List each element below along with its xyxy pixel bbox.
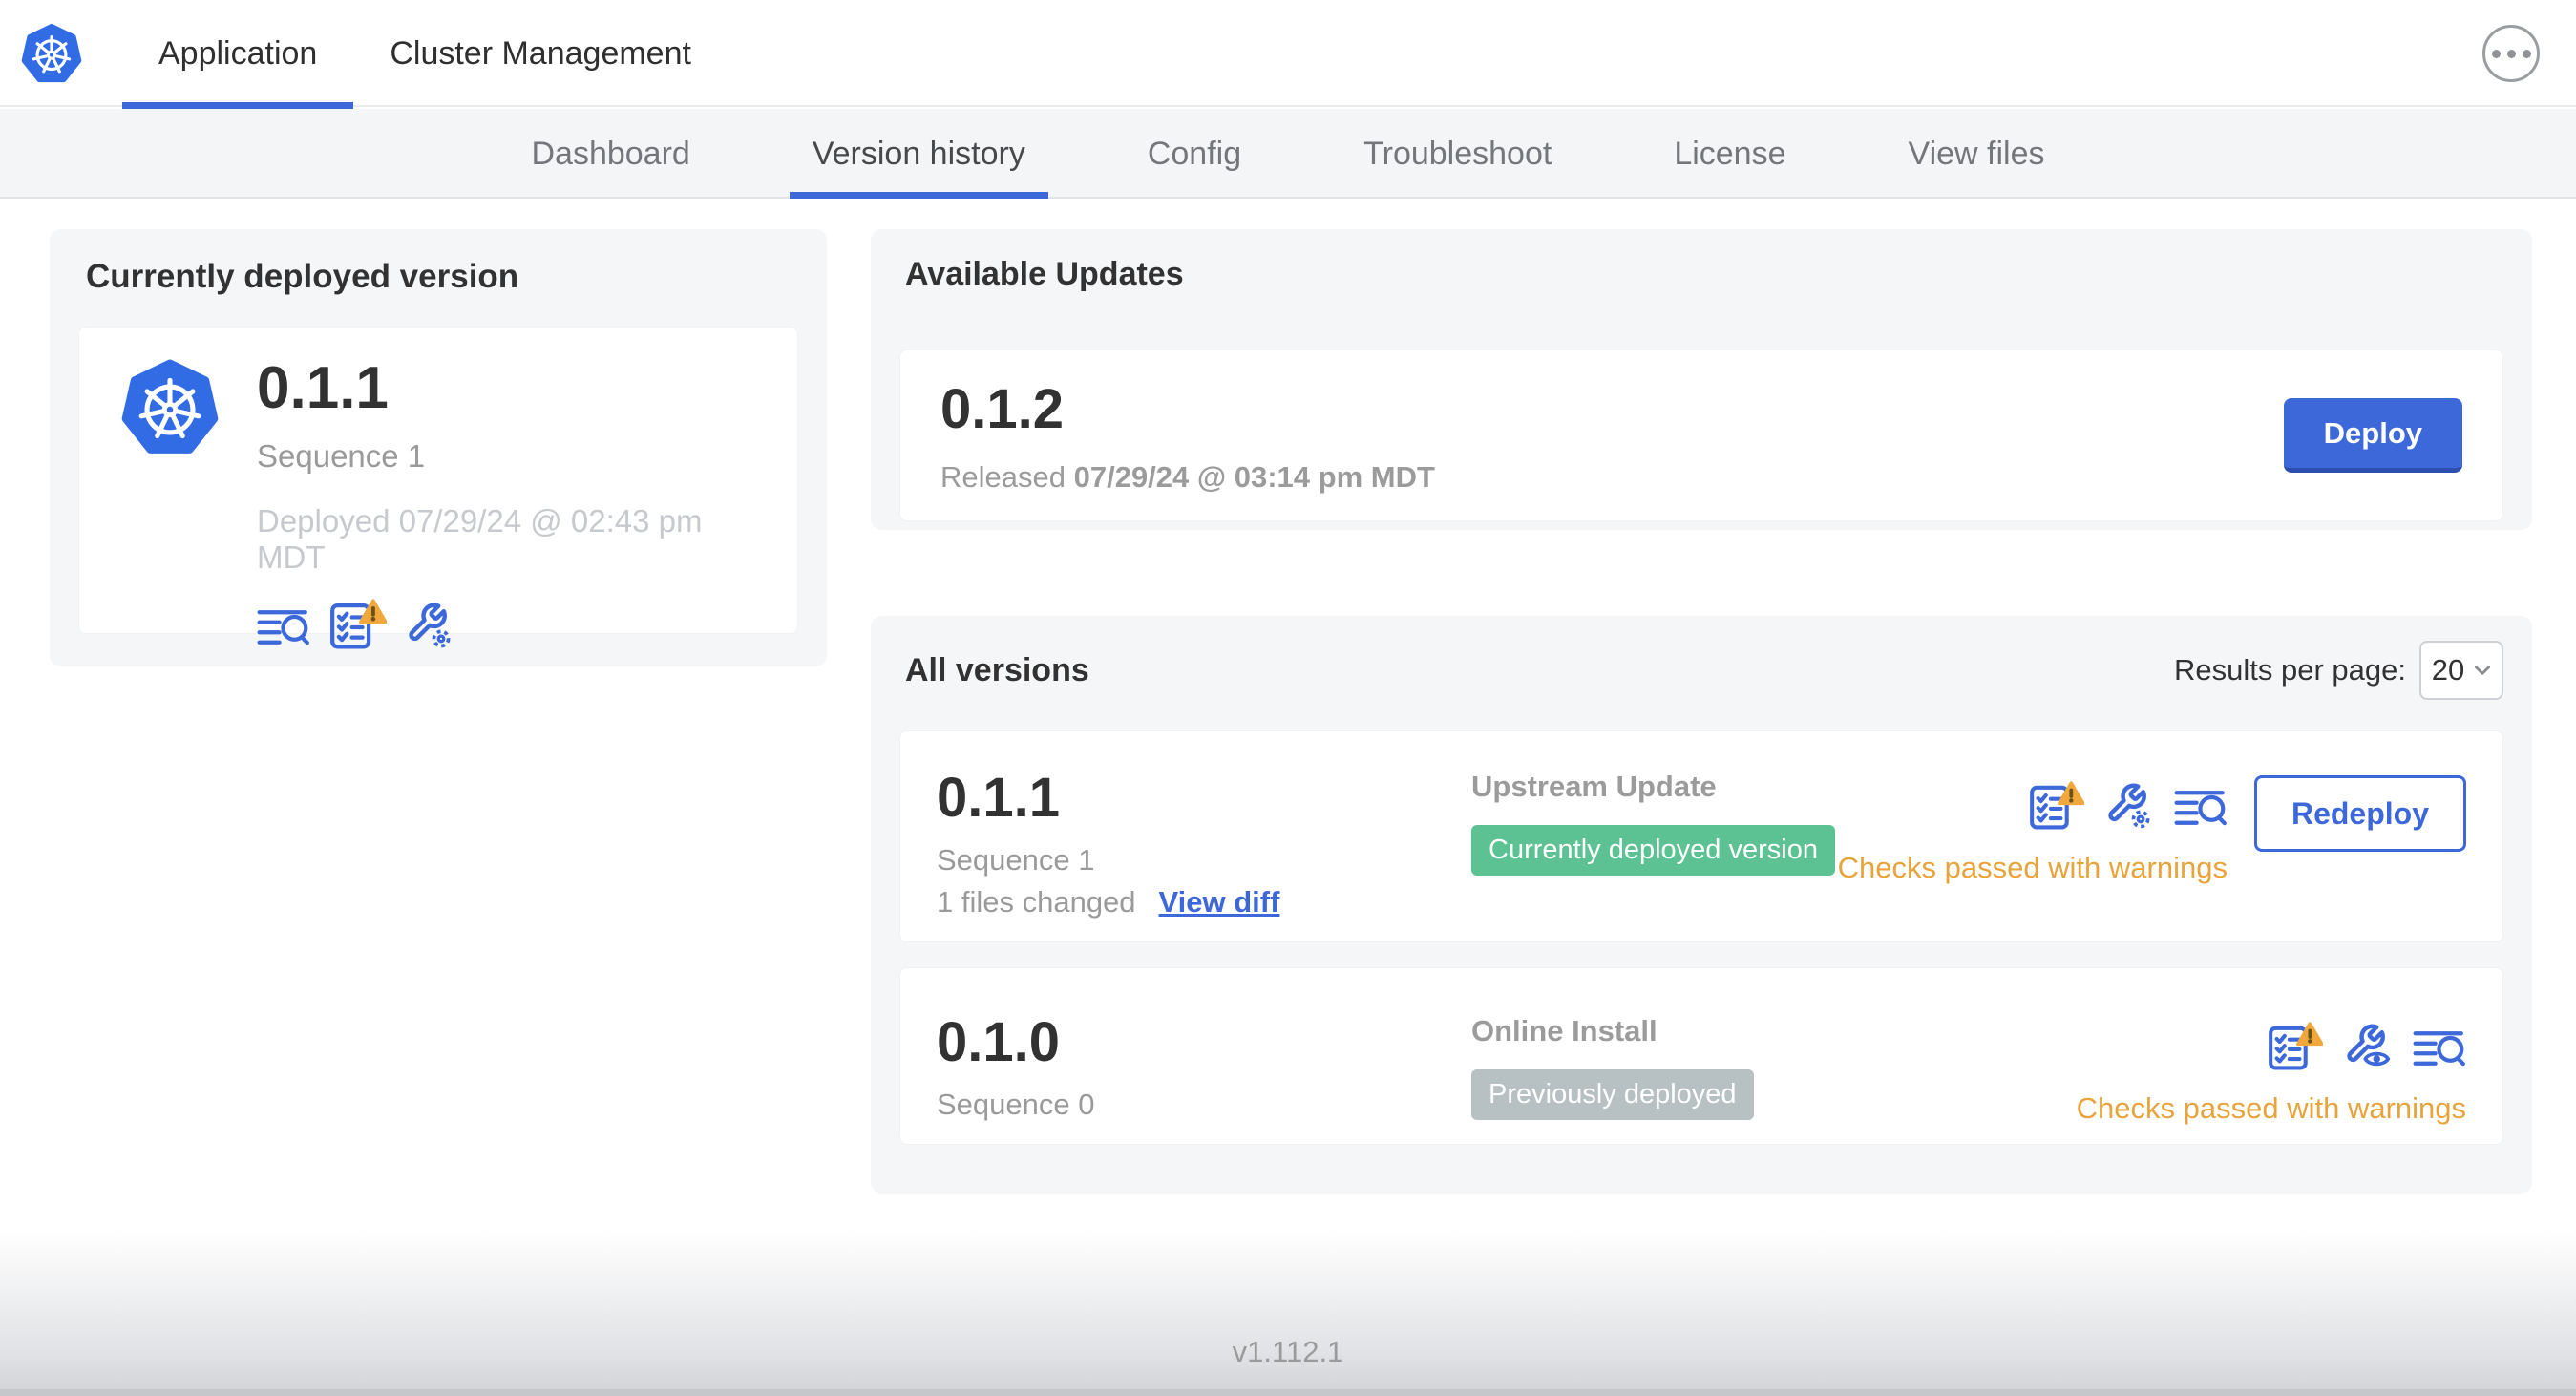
current-version-title: Currently deployed version	[86, 258, 519, 295]
top-tabs: Application Cluster Management	[122, 0, 728, 109]
tab-application[interactable]: Application	[122, 0, 354, 109]
tab-cluster-management-label: Cluster Management	[390, 34, 691, 72]
kubernetes-logo-icon	[21, 23, 82, 86]
current-version-card: 0.1.1 Sequence 1 Deployed 07/29/24 @ 02:…	[78, 327, 798, 634]
tab-application-label: Application	[158, 34, 318, 72]
preflight-results-button[interactable]	[2268, 1022, 2323, 1070]
all-versions-panel: All versions Results per page: 20 0.1.1 …	[871, 616, 2532, 1194]
tab-cluster-management[interactable]: Cluster Management	[353, 0, 728, 107]
view-yaml-button[interactable]	[257, 605, 310, 649]
current-version-number: 0.1.1	[257, 355, 389, 421]
version-sequence: Sequence 1	[937, 843, 1095, 877]
view-config-button[interactable]	[2344, 1023, 2392, 1070]
view-yaml-button[interactable]	[2174, 786, 2228, 830]
file-lines-magnifier-icon	[257, 605, 310, 649]
update-version-number: 0.1.2	[940, 377, 1064, 440]
more-menu-button[interactable]	[2482, 25, 2540, 82]
preflight-checklist-warning-icon	[329, 599, 387, 649]
tab-config[interactable]: Config	[1148, 109, 1241, 199]
available-updates-panel: Available Updates 0.1.2 Released 07/29/2…	[871, 229, 2532, 530]
all-versions-title: All versions	[905, 651, 1089, 688]
wrench-gear-icon	[2105, 782, 2153, 830]
files-changed-label: 1 files changed	[937, 885, 1136, 919]
current-version-sequence: Sequence 1	[257, 438, 426, 475]
update-released-at: Released 07/29/24 @ 03:14 pm MDT	[940, 459, 1435, 494]
tab-view-files[interactable]: View files	[1909, 109, 2045, 199]
wrench-eye-icon	[2344, 1023, 2392, 1070]
version-number: 0.1.0	[937, 1011, 1060, 1073]
version-source: Online Install	[1471, 1014, 1658, 1047]
tab-license[interactable]: License	[1674, 109, 1785, 199]
deploy-button[interactable]: Deploy	[2283, 398, 2462, 473]
chevron-down-icon	[2474, 665, 2491, 676]
preflight-checklist-warning-icon	[2029, 781, 2084, 830]
available-updates-title: Available Updates	[905, 256, 1184, 292]
preflight-results-button[interactable]	[2029, 781, 2084, 830]
console-version-label: v1.112.1	[1232, 1335, 1344, 1368]
tab-dashboard[interactable]: Dashboard	[531, 109, 689, 199]
file-lines-magnifier-icon	[2174, 786, 2228, 830]
wrench-gear-icon	[406, 602, 454, 649]
view-diff-link[interactable]: View diff	[1159, 885, 1280, 920]
deployed-status-badge: Currently deployed version	[1471, 825, 1835, 876]
edit-config-button[interactable]	[2105, 782, 2153, 830]
preflight-status-text: Checks passed with warnings	[1837, 851, 2228, 884]
version-number: 0.1.1	[937, 767, 1060, 829]
app-subnav: Dashboard Version history Config Trouble…	[0, 109, 2576, 199]
version-sequence: Sequence 0	[937, 1088, 1095, 1121]
preflight-checklist-warning-icon	[2268, 1022, 2323, 1070]
view-yaml-button[interactable]	[2413, 1026, 2466, 1070]
version-source: Upstream Update	[1471, 770, 1717, 803]
redeploy-button[interactable]: Redeploy	[2253, 775, 2466, 852]
results-per-page-label: Results per page:	[2174, 653, 2406, 687]
update-card: 0.1.2 Released 07/29/24 @ 03:14 pm MDT D…	[899, 349, 2503, 521]
tab-version-history[interactable]: Version history	[789, 109, 1048, 199]
preflight-status-text: Checks passed with warnings	[2076, 1091, 2466, 1125]
ellipsis-icon	[2491, 49, 2501, 58]
version-row-0-1-1: 0.1.1 Sequence 1 1 files changed View di…	[899, 730, 2503, 942]
edit-config-button[interactable]	[406, 602, 454, 649]
preflight-results-button[interactable]	[329, 599, 387, 649]
page-footer: v1.112.1	[0, 1229, 2576, 1396]
version-row-0-1-0: 0.1.0 Sequence 0 Online Install Previous…	[899, 967, 2503, 1145]
app-kubernetes-icon	[121, 358, 219, 459]
current-version-panel: Currently deployed version 0.1.1 Sequenc…	[50, 229, 827, 666]
top-nav-bar: Application Cluster Management	[0, 0, 2576, 109]
results-per-page-select[interactable]: 20	[2419, 641, 2503, 700]
deployed-status-badge: Previously deployed	[1471, 1069, 1754, 1120]
tab-troubleshoot[interactable]: Troubleshoot	[1363, 109, 1552, 199]
file-lines-magnifier-icon	[2413, 1026, 2466, 1070]
current-version-deployed-at: Deployed 07/29/24 @ 02:43 pm MDT	[257, 503, 703, 576]
version-history-page: Application Cluster Management Dashboard…	[0, 0, 2576, 1396]
